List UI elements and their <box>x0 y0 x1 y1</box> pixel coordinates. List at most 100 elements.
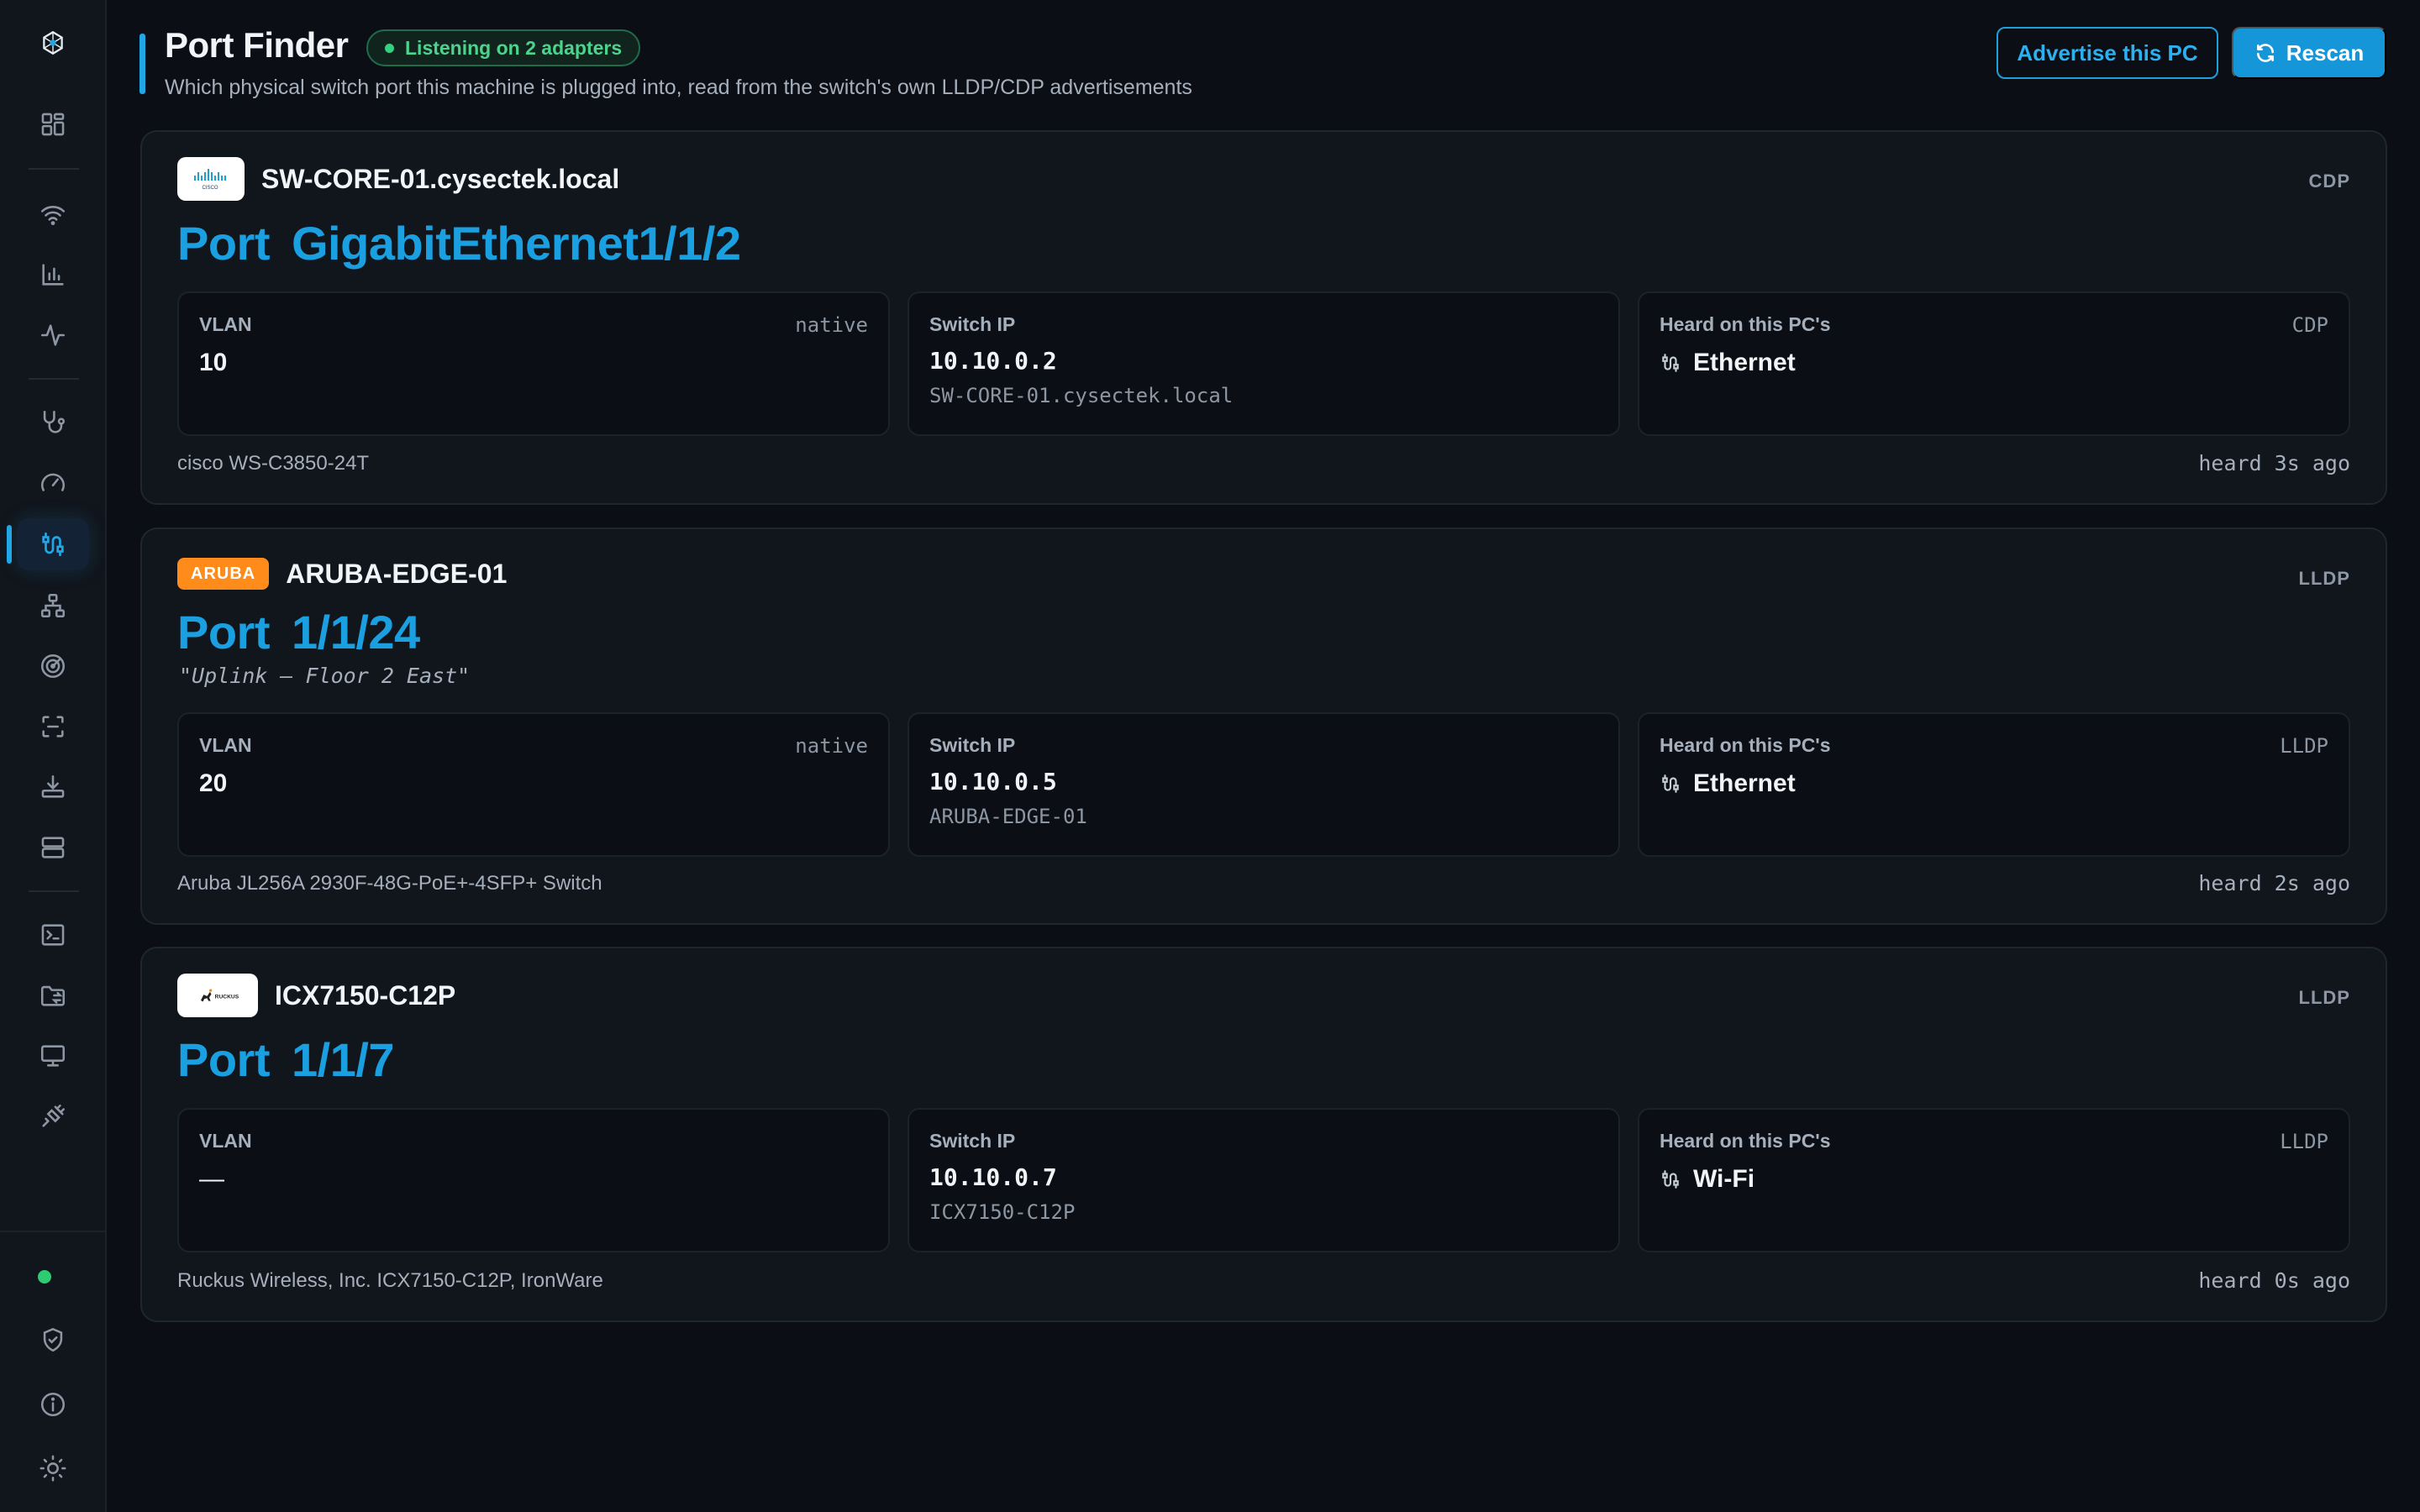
page-title: Port Finder <box>165 25 349 65</box>
heard-on-label: Heard on this PC's <box>1660 734 1831 756</box>
sidebar-divider <box>29 168 79 170</box>
heard-timestamp: heard 0s ago <box>2198 1268 2350 1293</box>
heard-protocol-tag: LLDP <box>2280 1130 2328 1153</box>
aruba-logo: ARUBA <box>177 558 270 590</box>
vlan-value: 20 <box>199 769 228 797</box>
vlan-value: — <box>199 1165 224 1193</box>
port-finder-icon[interactable] <box>17 518 89 570</box>
monitor-icon[interactable] <box>17 1030 89 1082</box>
topology-icon[interactable] <box>17 580 89 632</box>
download-icon[interactable] <box>17 761 89 813</box>
switch-card-ruckus: RUCKUS ICX7150-C12P LLDP Port 1/1/7 VLAN … <box>140 947 2387 1322</box>
heard-on-label: Heard on this PC's <box>1660 313 1831 335</box>
page-subtitle: Which physical switch port this machine … <box>165 76 1192 99</box>
vlan-tag: native <box>795 734 868 758</box>
switch-hostname: SW-CORE-01.cysectek.local <box>929 384 1234 407</box>
vlan-value: 10 <box>199 349 228 376</box>
advertise-label: Advertise this PC <box>2017 39 2198 66</box>
active-indicator <box>7 525 12 564</box>
ethernet-port-icon <box>1662 354 1679 372</box>
cable-icon[interactable] <box>17 1090 89 1142</box>
heard-protocol-tag: CDP <box>2291 313 2328 337</box>
switch-name: SW-CORE-01.cysectek.local <box>261 163 620 194</box>
switch-ip-value[interactable]: 10.10.0.5 <box>929 768 1057 795</box>
port-heading: Port 1/1/24 <box>177 605 420 659</box>
sidebar-footer-divider <box>0 1231 107 1232</box>
port-heading: Port 1/1/7 <box>177 1032 395 1087</box>
switch-ip-panel: Switch IP 10.10.0.7 ICX7150-C12P <box>908 1108 1620 1252</box>
port-word: Port <box>177 606 271 659</box>
switch-model: Ruckus Wireless, Inc. ICX7150-C12P, Iron… <box>177 1269 603 1292</box>
switch-ip-value[interactable]: 10.10.0.7 <box>929 1163 1057 1191</box>
ethernet-port-icon <box>1662 774 1679 793</box>
port-word: Port <box>177 217 271 270</box>
interface-name: Ethernet <box>1693 349 1796 376</box>
port-id[interactable]: GigabitEthernet1/1/2 <box>292 217 741 270</box>
status-badge: Listening on 2 adapters <box>366 29 641 66</box>
advertise-this-pc-button[interactable]: Advertise this PC <box>1996 27 2218 79</box>
port-id[interactable]: 1/1/24 <box>292 606 420 659</box>
sidebar-divider <box>29 890 79 892</box>
sidebar-divider <box>29 378 79 380</box>
switch-ip-value[interactable]: 10.10.0.2 <box>929 347 1057 375</box>
heard-on-panel: Heard on this PC's LLDP Wi-Fi <box>1638 1108 2350 1252</box>
svg-text:RUCKUS: RUCKUS <box>215 994 239 1000</box>
scan-icon[interactable] <box>17 701 89 753</box>
folder-share-icon[interactable] <box>17 969 89 1021</box>
vlan-label: VLAN <box>199 1130 252 1152</box>
switch-ip-panel: Switch IP 10.10.0.5 ARUBA-EDGE-01 <box>908 712 1620 857</box>
switch-model: cisco WS-C3850-24T <box>177 452 370 475</box>
shield-check-icon[interactable] <box>17 1314 89 1366</box>
vlan-tag: native <box>795 313 868 337</box>
switch-ip-panel: Switch IP 10.10.0.2 SW-CORE-01.cysectek.… <box>908 291 1620 436</box>
port-description: "Uplink — Floor 2 East" <box>179 664 471 688</box>
vlan-label: VLAN <box>199 313 252 335</box>
sidebar <box>0 0 107 1512</box>
dashboard-icon[interactable] <box>17 98 89 150</box>
vlan-panel: VLAN native 10 <box>177 291 890 436</box>
svg-text:CISCO: CISCO <box>202 186 218 191</box>
ethernet-port-icon <box>1662 1170 1679 1189</box>
interface-name: Wi-Fi <box>1693 1165 1755 1193</box>
radar-icon[interactable] <box>17 640 89 692</box>
protocol-badge: LLDP <box>2298 568 2350 589</box>
heard-protocol-tag: LLDP <box>2280 734 2328 758</box>
wifi-icon[interactable] <box>17 188 89 240</box>
port-heading: Port GigabitEthernet1/1/2 <box>177 216 741 270</box>
heard-on-panel: Heard on this PC's CDP Ethernet <box>1638 291 2350 436</box>
switch-model: Aruba JL256A 2930F-48G-PoE+-4SFP+ Switch <box>177 872 602 895</box>
title-accent-bar <box>139 34 145 94</box>
activity-icon[interactable] <box>17 309 89 361</box>
speed-gauge-icon[interactable] <box>17 457 89 509</box>
protocol-badge: LLDP <box>2298 987 2350 1008</box>
sun-icon[interactable] <box>17 1442 89 1494</box>
stethoscope-icon[interactable] <box>17 396 89 449</box>
switch-ip-label: Switch IP <box>929 313 1016 335</box>
ruckus-logo: RUCKUS <box>177 974 258 1017</box>
rescan-label: Rescan <box>2286 39 2365 66</box>
switch-hostname: ICX7150-C12P <box>929 1200 1076 1224</box>
switch-card-cisco: CISCO SW-CORE-01.cysectek.local CDP Port… <box>140 130 2387 505</box>
vlan-label: VLAN <box>199 734 252 756</box>
app-logo-icon[interactable] <box>17 17 89 69</box>
heard-on-panel: Heard on this PC's LLDP Ethernet <box>1638 712 2350 857</box>
vlan-panel: VLAN native 20 <box>177 712 890 857</box>
switch-name: ICX7150-C12P <box>275 979 456 1011</box>
status-dot <box>38 1270 51 1284</box>
heard-timestamp: heard 3s ago <box>2198 451 2350 475</box>
port-id[interactable]: 1/1/7 <box>292 1033 395 1086</box>
server-icon[interactable] <box>17 822 89 874</box>
switch-name: ARUBA-EDGE-01 <box>286 558 508 589</box>
heard-timestamp: heard 2s ago <box>2198 871 2350 895</box>
protocol-badge: CDP <box>2308 171 2350 192</box>
switch-card-aruba: ARUBA ARUBA-EDGE-01 LLDP Port 1/1/24 "Upl… <box>140 528 2387 925</box>
interface-name: Ethernet <box>1693 769 1796 797</box>
switch-hostname: ARUBA-EDGE-01 <box>929 805 1087 828</box>
terminal-icon[interactable] <box>17 909 89 961</box>
heard-on-label: Heard on this PC's <box>1660 1130 1831 1152</box>
port-word: Port <box>177 1033 271 1086</box>
rescan-button[interactable]: Rescan <box>2232 27 2386 79</box>
info-icon[interactable] <box>17 1378 89 1431</box>
switch-ip-label: Switch IP <box>929 734 1016 756</box>
bar-chart-icon[interactable] <box>17 249 89 301</box>
